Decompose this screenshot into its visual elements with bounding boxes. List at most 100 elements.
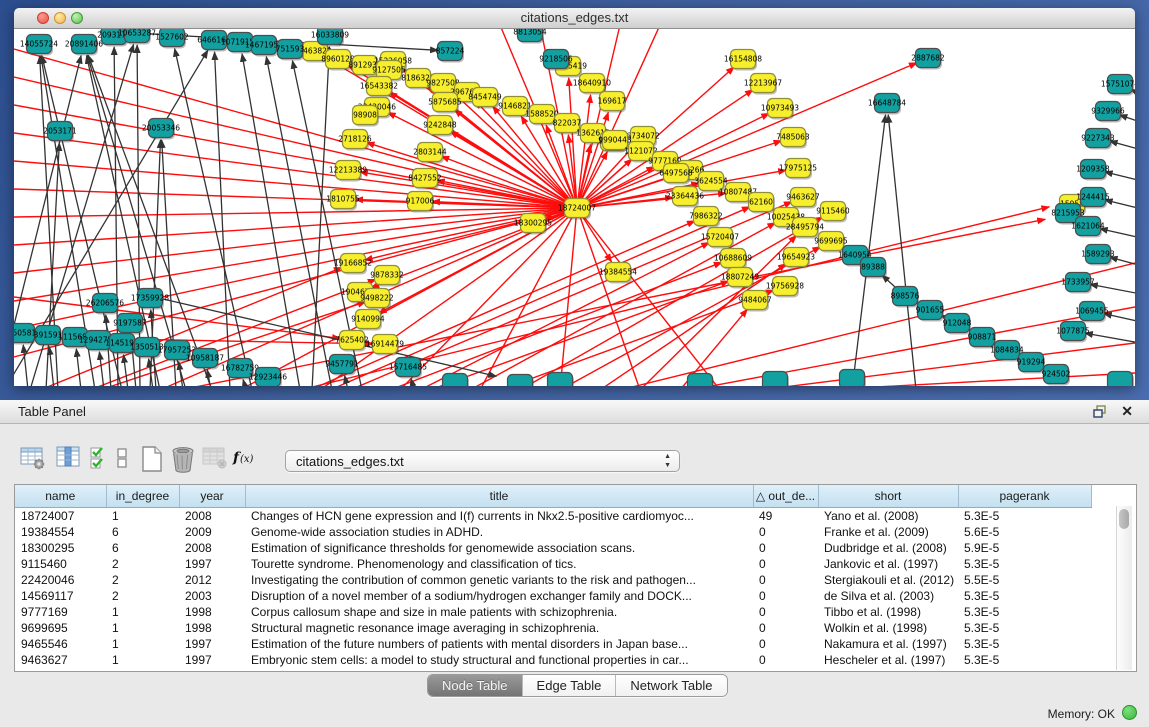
graph-node[interactable]: 1077875 (1056, 322, 1090, 343)
graph-node[interactable]: 1527602 (155, 29, 189, 49)
table-row[interactable]: 1456911722003Disruption of a novel membe… (15, 588, 1091, 604)
graph-node[interactable]: 17975125 (779, 159, 817, 180)
graph-node[interactable]: 751593 (276, 40, 305, 61)
column-visibility-icon[interactable] (56, 446, 80, 468)
graph-node[interactable]: 20053346 (142, 119, 180, 140)
table-row[interactable]: 1830029562008Estimation of significance … (15, 540, 1091, 556)
graph-node[interactable]: 98908 (353, 106, 380, 127)
graph-node[interactable] (508, 375, 535, 387)
graph-node[interactable]: 7485063 (776, 128, 810, 149)
delete-table-icon[interactable] (170, 446, 196, 473)
graph-node[interactable]: 9218506 (539, 50, 573, 71)
graph-node[interactable]: 2887682 (911, 49, 945, 70)
graph-node[interactable]: 23364436 (666, 187, 704, 208)
graph-node[interactable]: 1733957 (1061, 273, 1095, 294)
column-header-title[interactable]: title (245, 485, 753, 508)
table-row[interactable]: 946362711997Embryonic stem cells: a mode… (15, 652, 1091, 668)
graph-node[interactable]: 9115460 (816, 202, 850, 223)
table-header-row[interactable]: namein_degreeyeartitle△ out_de...shortpa… (15, 485, 1091, 508)
graph-node[interactable]: 26206576 (86, 294, 124, 315)
graph-node[interactable]: 5875685 (428, 93, 462, 114)
graph-node[interactable] (688, 374, 715, 387)
graph-node[interactable]: 2718126 (338, 130, 372, 151)
clear-selection-icon[interactable] (116, 446, 128, 470)
table-row[interactable]: 2242004622012Investigating the contribut… (15, 572, 1091, 588)
network-window-titlebar[interactable]: citations_edges.txt (14, 8, 1135, 29)
graph-node[interactable]: 15751074 (1101, 75, 1135, 96)
graph-node[interactable] (443, 374, 470, 387)
function-builder-icon[interactable]: f (x) (232, 446, 262, 468)
graph-node[interactable]: 19756928 (766, 277, 804, 298)
graph-node[interactable] (1108, 372, 1135, 387)
graph-node[interactable]: 15720407 (701, 228, 739, 249)
graph-node[interactable]: 912048 (943, 314, 972, 335)
graph-node[interactable]: 8454749 (468, 88, 502, 109)
graph-node[interactable]: 89388 (861, 258, 888, 279)
graph-node[interactable]: 2803144 (413, 143, 447, 164)
new-table-icon[interactable] (140, 446, 164, 472)
graph-node[interactable]: 9463627 (786, 188, 820, 209)
graph-node[interactable]: 917006 (406, 192, 435, 213)
table-body[interactable]: 1872400712008Changes of HCN gene express… (15, 508, 1091, 669)
close-panel-icon[interactable]: ✕ (1121, 403, 1133, 419)
tab-node-table[interactable]: Node Table (428, 675, 523, 696)
graph-node[interactable] (548, 373, 575, 387)
select-all-icon[interactable] (90, 446, 110, 470)
graph-node[interactable]: 2053171 (43, 122, 77, 143)
graph-node[interactable]: 1209358 (1076, 160, 1110, 181)
graph-node[interactable]: 8813054 (513, 29, 547, 44)
graph-node[interactable]: 898576 (891, 287, 920, 308)
graph-node[interactable]: 19384554 (599, 263, 637, 284)
graph-node[interactable]: 62160 (749, 193, 776, 214)
graph-node[interactable]: 9227343 (1081, 129, 1115, 150)
graph-node[interactable]: 169617 (598, 92, 627, 113)
column-header-pagerank[interactable]: pagerank (958, 485, 1091, 508)
graph-node[interactable]: 9329966 (1091, 102, 1125, 123)
column-header-year[interactable]: year (179, 485, 245, 508)
graph-node[interactable]: 9457791 (325, 355, 359, 376)
table-row[interactable]: 911546021997Tourette syndrome. Phenomeno… (15, 556, 1091, 572)
graph-node[interactable]: 1810755 (326, 190, 360, 211)
graph-node[interactable]: 924502 (1042, 365, 1071, 386)
graph-node[interactable]: 6497568 (659, 164, 693, 185)
graph-node[interactable]: 10973493 (761, 99, 799, 120)
graph-node[interactable]: 9878332 (370, 266, 404, 287)
graph-node[interactable]: 9484067 (738, 291, 772, 312)
table-scrollbar-thumb[interactable] (1119, 509, 1129, 529)
graph-node[interactable]: 1069455 (1075, 302, 1109, 323)
table-scrollbar[interactable] (1116, 506, 1132, 670)
graph-node[interactable]: 857224 (436, 42, 465, 63)
column-header-in_degree[interactable]: in_degree (106, 485, 179, 508)
float-panel-icon[interactable] (1093, 405, 1107, 418)
graph-node[interactable]: 16648784 (868, 94, 906, 115)
graph-node[interactable]: 7625402 (335, 331, 369, 352)
column-header-name[interactable]: name (15, 485, 106, 508)
table-row[interactable]: 946554611997Estimation of the future num… (15, 636, 1091, 652)
table-select-dropdown[interactable]: citations_edges.txt ▲▼ (285, 450, 680, 472)
graph-node[interactable]: 9498222 (360, 289, 394, 310)
network-canvas[interactable]: 1872400718300295193845547463822896012889… (14, 29, 1135, 386)
tab-network-table[interactable]: Network Table (616, 675, 726, 696)
table-row[interactable]: 969969511998Structural magnetic resonanc… (15, 620, 1091, 636)
graph-node[interactable]: 1621064 (1071, 217, 1105, 238)
graph-node[interactable] (840, 370, 867, 387)
graph-node[interactable]: 16154808 (724, 50, 762, 71)
network-graph[interactable]: 1872400718300295193845547463822896012889… (14, 29, 1135, 386)
table-row[interactable]: 977716911998Corpus callosum shape and si… (15, 604, 1091, 620)
graph-node[interactable]: 1589293 (1081, 245, 1115, 266)
delete-column-icon[interactable] (202, 446, 228, 470)
table-row[interactable]: 1872400712008Changes of HCN gene express… (15, 508, 1091, 525)
node-table-grid[interactable]: namein_degreeyeartitle△ out_de...shortpa… (15, 485, 1092, 668)
column-header-short[interactable]: short (818, 485, 958, 508)
table-row[interactable]: 1938455462009Genome-wide association stu… (15, 524, 1091, 540)
tab-edge-table[interactable]: Edge Table (523, 675, 617, 696)
graph-node[interactable]: 901655 (916, 301, 945, 322)
column-header-out_de[interactable]: △ out_de... (753, 485, 818, 508)
graph-node[interactable]: 10688609 (714, 249, 752, 270)
table-settings-icon[interactable] (20, 446, 46, 470)
graph-node[interactable]: 17359928 (131, 289, 169, 310)
graph-node[interactable]: 7986322 (689, 207, 723, 228)
graph-node[interactable]: 9197587 (113, 314, 147, 335)
memory-status-indicator[interactable] (1122, 705, 1137, 720)
graph-node[interactable] (763, 372, 790, 387)
